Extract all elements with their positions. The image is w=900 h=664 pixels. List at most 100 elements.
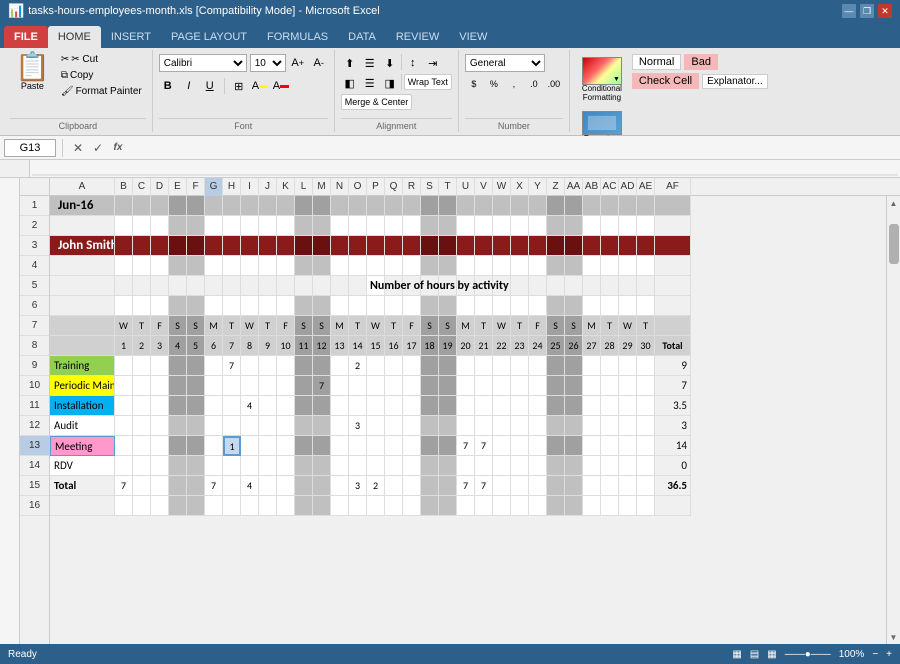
cell[interactable]: S <box>547 316 565 336</box>
cell[interactable] <box>547 456 565 476</box>
cell[interactable] <box>169 436 187 456</box>
cell[interactable] <box>583 376 601 396</box>
col-header-D[interactable]: D <box>151 178 169 196</box>
cell[interactable]: 17 <box>403 336 421 356</box>
cell[interactable] <box>187 456 205 476</box>
cell[interactable]: 3 <box>151 336 169 356</box>
cell[interactable]: F <box>403 316 421 336</box>
cell[interactable] <box>493 256 511 276</box>
cell[interactable] <box>637 476 655 496</box>
align-left-button[interactable]: ◧ <box>341 74 359 92</box>
cell[interactable] <box>637 296 655 316</box>
cell[interactable] <box>223 276 241 296</box>
normal-style-button[interactable]: Normal <box>632 54 681 70</box>
cell[interactable]: W <box>367 316 385 336</box>
cell[interactable] <box>115 496 133 516</box>
col-header-M[interactable]: M <box>313 178 331 196</box>
cell[interactable]: 4 <box>241 396 259 416</box>
cell[interactable] <box>205 396 223 416</box>
cell[interactable] <box>457 456 475 476</box>
cell[interactable] <box>331 356 349 376</box>
cell[interactable]: W <box>619 316 637 336</box>
cell[interactable] <box>169 496 187 516</box>
cell[interactable] <box>547 196 565 216</box>
cell[interactable]: 36.5 <box>655 476 691 496</box>
cell[interactable] <box>421 476 439 496</box>
cell[interactable] <box>313 356 331 376</box>
cell[interactable]: 7 <box>223 336 241 356</box>
cell[interactable] <box>50 316 115 336</box>
cell[interactable] <box>115 196 133 216</box>
cell[interactable] <box>475 236 493 256</box>
cell[interactable] <box>169 396 187 416</box>
cell[interactable] <box>313 296 331 316</box>
cell[interactable] <box>385 376 403 396</box>
cell[interactable] <box>277 216 295 236</box>
cell[interactable] <box>187 236 205 256</box>
cell[interactable] <box>457 256 475 276</box>
cell[interactable] <box>223 496 241 516</box>
col-header-G[interactable]: G <box>205 178 223 196</box>
cell[interactable] <box>511 356 529 376</box>
cell[interactable]: 9 <box>655 356 691 376</box>
cell[interactable] <box>385 256 403 276</box>
cell[interactable] <box>583 476 601 496</box>
cell[interactable]: 21 <box>475 336 493 356</box>
cell[interactable] <box>583 496 601 516</box>
cell[interactable] <box>313 496 331 516</box>
cell[interactable] <box>133 256 151 276</box>
cell[interactable] <box>259 256 277 276</box>
cell[interactable] <box>349 376 367 396</box>
cell[interactable] <box>511 276 529 296</box>
cell[interactable] <box>205 416 223 436</box>
cell[interactable] <box>601 256 619 276</box>
cell[interactable] <box>565 416 583 436</box>
cell[interactable] <box>151 416 169 436</box>
grid[interactable]: Jun-16John Smith - AS123456Number of hou… <box>50 196 886 644</box>
cell[interactable] <box>421 436 439 456</box>
cell[interactable] <box>241 456 259 476</box>
cell[interactable] <box>295 416 313 436</box>
cell[interactable] <box>385 436 403 456</box>
cell[interactable] <box>349 216 367 236</box>
cell[interactable] <box>277 256 295 276</box>
cell[interactable] <box>565 396 583 416</box>
cell[interactable] <box>349 296 367 316</box>
formula-input[interactable] <box>131 139 896 157</box>
cell[interactable] <box>655 216 691 236</box>
cell[interactable] <box>511 436 529 456</box>
cell[interactable] <box>349 396 367 416</box>
cell[interactable]: John Smith - AS123456 <box>50 236 115 256</box>
wrap-text-button[interactable]: Wrap Text <box>404 74 452 90</box>
font-size-select[interactable]: 10 <box>250 54 286 72</box>
cell[interactable] <box>115 376 133 396</box>
cell[interactable] <box>565 236 583 256</box>
cell[interactable] <box>421 396 439 416</box>
cell[interactable]: T <box>385 316 403 336</box>
cell[interactable] <box>295 196 313 216</box>
col-header-E[interactable]: E <box>169 178 187 196</box>
cell[interactable] <box>655 496 691 516</box>
tab-data[interactable]: DATA <box>338 26 386 48</box>
percent-button[interactable]: % <box>485 75 503 93</box>
cell[interactable] <box>151 296 169 316</box>
cell[interactable] <box>583 296 601 316</box>
cell[interactable] <box>385 416 403 436</box>
cell[interactable] <box>313 236 331 256</box>
cell[interactable] <box>151 436 169 456</box>
cell[interactable] <box>637 456 655 476</box>
cell[interactable] <box>151 396 169 416</box>
align-middle-button[interactable]: ☰ <box>361 54 379 72</box>
cell[interactable] <box>403 256 421 276</box>
cell[interactable] <box>493 456 511 476</box>
cell[interactable] <box>457 496 475 516</box>
cell[interactable]: 16 <box>385 336 403 356</box>
cell[interactable] <box>169 296 187 316</box>
cell[interactable] <box>619 396 637 416</box>
cell[interactable] <box>421 216 439 236</box>
cell[interactable] <box>169 236 187 256</box>
cell[interactable]: 7 <box>115 476 133 496</box>
underline-button[interactable]: U <box>201 77 219 95</box>
cell[interactable] <box>133 236 151 256</box>
insert-function-icon[interactable]: fx <box>109 139 127 157</box>
